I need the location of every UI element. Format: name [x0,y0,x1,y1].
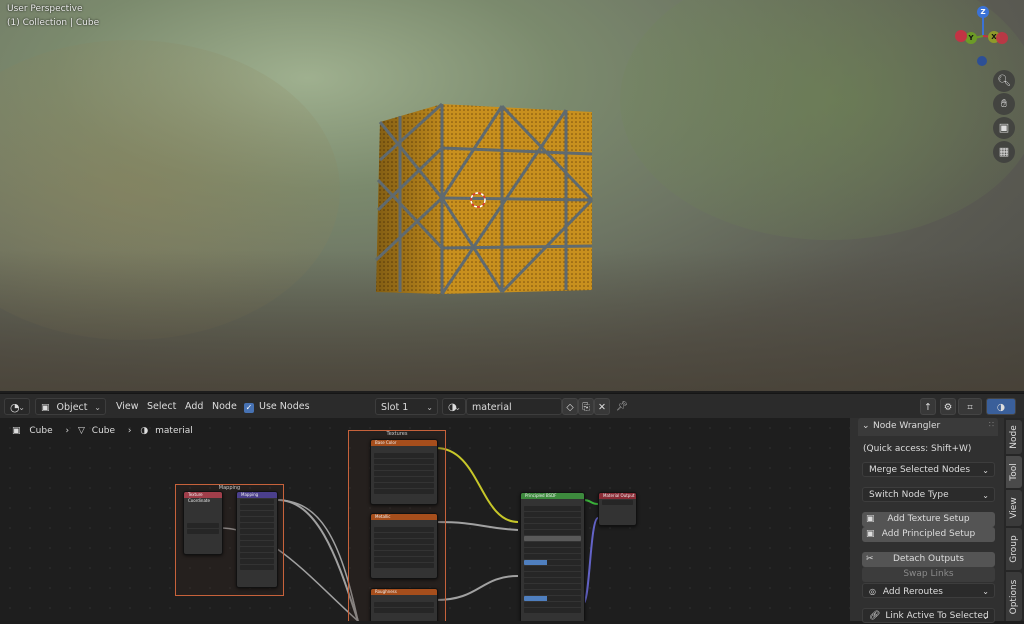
tab-tool[interactable]: Tool [1006,456,1022,488]
metallic-texture-node[interactable]: Metallic [370,513,438,579]
output-node-title: Material Output [599,493,636,499]
material-browse[interactable]: ◑ ⌄ [442,398,466,415]
duplicate-material-icon[interactable]: ⎘ [578,398,594,415]
panel-title: Node Wrangler [873,421,941,431]
hand-pan-icon[interactable]: ✋︎ [993,93,1015,115]
use-nodes-label: Use Nodes [259,401,310,412]
quick-access-hint: (Quick access: Shift+W) [863,444,972,454]
principled-bsdf-node[interactable]: Principled BSDF [520,492,585,621]
gizmo-x-ball[interactable] [996,32,1008,44]
snap-settings-icon[interactable]: ⌗ [958,398,982,415]
sidebar-tabs: Node Tool View Group Options [1004,418,1024,621]
metallic-node-title: Metallic [371,514,437,520]
editor-type-selector[interactable]: ◔ ⌄ [4,398,30,415]
merge-selected-label: Merge Selected Nodes [869,465,971,475]
pin-icon[interactable]: 📌︎ [615,398,629,415]
tab-tool-label: Tool [1009,463,1019,481]
parent-tree-icon[interactable]: ↑ [920,398,936,415]
swap-links-button[interactable]: Swap Links [862,567,995,582]
menu-add[interactable]: Add [185,398,203,415]
reroute-icon: ◎ [869,587,876,596]
fake-user-shield-icon[interactable]: ◇ [562,398,578,415]
node-add-icon: ▣ [866,514,875,524]
tab-group-label: Group [1009,535,1019,563]
node-editor-header: ◔ ⌄ ▣ Object ⌄ View Select Add Node ✓ Use … [0,393,1024,419]
use-nodes-toggle[interactable]: ✓ Use Nodes [244,398,310,415]
zoom-icon[interactable]: 🔍︎ [993,70,1015,92]
node-add-icon: ▣ [866,529,875,539]
navigation-gizmo[interactable]: Z Y X [950,4,1010,70]
add-texture-setup-label: Add Texture Setup [887,514,970,524]
link-active-label: Link Active To Selected [885,611,989,621]
roughness-texture-node[interactable]: Roughness [370,588,438,621]
link-icon: 🔗︎ [869,611,881,621]
menu-node[interactable]: Node [212,398,237,415]
collapse-chevron-icon: ⌄ [862,421,870,431]
switch-type-label: Switch Node Type [869,490,949,500]
textured-cube[interactable] [370,100,600,300]
add-reroutes-label: Add Reroutes [882,587,943,597]
perspective-label: User Perspective [7,4,83,14]
slot-dropdown[interactable]: Slot 1 ⌄ [375,398,438,415]
detach-outputs-label: Detach Outputs [893,554,964,564]
merge-selected-nodes-dropdown[interactable]: Merge Selected Nodes ⌄ [862,462,995,477]
3d-viewport[interactable]: User Perspective (1) Collection | Cube Z… [0,0,1024,391]
tab-group[interactable]: Group [1006,528,1022,570]
grid-ortho-icon[interactable]: ▦ [993,141,1015,163]
textures-frame-label: Textures [386,431,408,437]
tab-node-label: Node [1009,425,1019,449]
gizmo-neg-x-axis[interactable] [955,30,967,42]
unlink-icon: ✂ [866,554,874,564]
bsdf-node-title: Principled BSDF [521,493,584,499]
snap-icon[interactable]: ⚙ [940,398,956,415]
mode-dropdown[interactable]: ▣ Object ⌄ [35,398,106,415]
material-name: material [472,402,512,413]
overlay-toggle-icon[interactable]: ◑ [986,398,1016,415]
add-principled-setup-button[interactable]: ▣ Add Principled Setup [862,527,995,542]
slot-label: Slot 1 [381,402,409,413]
object-mode-icon: ▣ [41,403,50,413]
gizmo-neg-z-axis[interactable] [977,56,987,66]
menu-view[interactable]: View [116,398,139,415]
drag-handle-icon[interactable]: ∷ [989,420,994,429]
mapping-node[interactable]: Mapping [236,491,278,588]
texcoord-node-title: Texture Coordinate [184,492,222,503]
switch-node-type-dropdown[interactable]: Switch Node Type ⌄ [862,487,995,502]
detach-outputs-button[interactable]: ✂ Detach Outputs [862,552,995,567]
node-wrangler-panel: ⌄ Node Wrangler ∷ (Quick access: Shift+W… [850,418,1004,623]
tab-node[interactable]: Node [1006,420,1022,454]
add-texture-setup-button[interactable]: ▣ Add Texture Setup [862,512,995,527]
base-color-texture-node[interactable]: Base Color [370,439,438,505]
basecolor-node-title: Base Color [371,440,437,446]
tab-view[interactable]: View [1006,490,1022,526]
add-reroutes-dropdown[interactable]: ◎ Add Reroutes ⌄ [862,583,995,598]
panel-header[interactable]: ⌄ Node Wrangler ∷ [858,418,998,436]
camera-icon[interactable]: ▣ [993,117,1015,139]
tab-view-label: View [1009,497,1019,519]
mode-label: Object [56,402,88,413]
unlink-material-icon[interactable]: ✕ [594,398,610,415]
swap-links-label: Swap Links [903,569,954,579]
add-principled-setup-label: Add Principled Setup [881,529,976,539]
material-name-field[interactable]: material [466,398,562,415]
roughness-node-title: Roughness [371,589,437,595]
gizmo-z-axis[interactable]: Z [977,6,989,18]
menu-select[interactable]: Select [147,398,176,415]
material-output-node[interactable]: Material Output [598,492,637,526]
use-nodes-checkbox[interactable]: ✓ [244,403,254,413]
collection-label: (1) Collection | Cube [7,18,100,28]
tab-options-label: Options [1009,579,1019,614]
mapping-node-title: Mapping [237,492,277,498]
tab-options[interactable]: Options [1006,572,1022,621]
node-editor-canvas[interactable]: ▣ Cube › ▽ Cube › ◑ material Mapping Tex… [0,418,850,621]
texture-coordinate-node[interactable]: Texture Coordinate [183,491,223,555]
